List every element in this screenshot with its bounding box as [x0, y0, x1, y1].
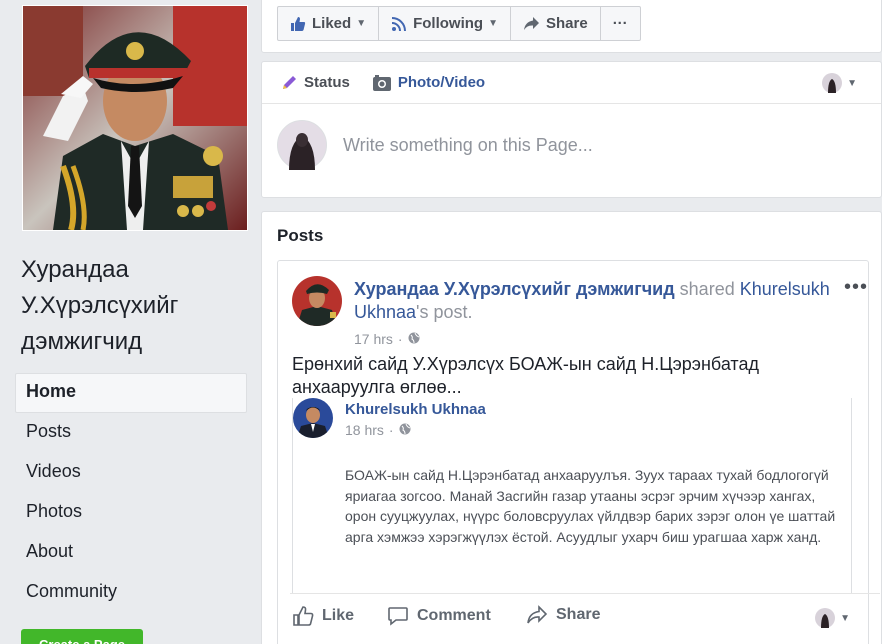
- meta-separator: ·: [397, 331, 403, 347]
- avatar: [822, 73, 843, 93]
- tab-status[interactable]: Status: [280, 74, 350, 92]
- composer-identity-selector[interactable]: ▼: [822, 73, 857, 93]
- like-button[interactable]: Like: [292, 605, 354, 627]
- nav-item-community[interactable]: Community: [15, 573, 247, 613]
- left-column: Хурандаа У.Хүрэлсүхийг дэмжигчид Home Po…: [0, 0, 262, 644]
- comment-button[interactable]: Comment: [387, 605, 491, 627]
- posts-heading: Posts: [277, 226, 324, 245]
- chevron-down-icon: ▼: [840, 612, 850, 624]
- page-nav: Home Posts Videos Photos About Community: [15, 373, 247, 613]
- post-timestamp[interactable]: 17 hrs: [354, 331, 393, 347]
- nav-item-posts[interactable]: Posts: [15, 413, 247, 453]
- post-word: 's post.: [416, 302, 473, 322]
- following-button[interactable]: Following ▼: [379, 7, 511, 40]
- tab-photo-video-label: Photo/Video: [397, 74, 486, 91]
- comment-bubble-icon: [387, 605, 409, 627]
- post-card: Хурандаа У.Хүрэлсүхийг дэмжигчид shared …: [277, 260, 880, 644]
- composer-input-row[interactable]: Write something on this Page...: [277, 120, 593, 170]
- profile-photo-image: [23, 6, 247, 230]
- profile-picture[interactable]: [22, 5, 248, 231]
- globe-icon: [408, 331, 420, 347]
- nav-item-videos[interactable]: Videos: [15, 453, 247, 493]
- nav-item-photos[interactable]: Photos: [15, 493, 247, 533]
- page-name[interactable]: Хурандаа У.Хүрэлсүхийг дэмжигчид: [21, 252, 251, 360]
- share-arrow-icon: [523, 16, 540, 31]
- page-action-bar: Liked ▼ Following ▼ Share ···: [261, 0, 882, 53]
- more-dots-icon: ···: [612, 15, 628, 32]
- shared-author-name[interactable]: Khurelsukh Ukhnaa: [345, 401, 486, 418]
- shared-timestamp[interactable]: 18 hrs: [345, 422, 384, 438]
- more-options-button[interactable]: ···: [601, 7, 640, 40]
- post-author-name[interactable]: Хурандаа У.Хүрэлсүхийг дэмжигчид: [354, 279, 675, 299]
- liked-label: Liked: [312, 15, 352, 32]
- page-action-buttons: Liked ▼ Following ▼ Share ···: [277, 6, 641, 41]
- share-action-label: Share: [556, 606, 601, 623]
- share-button[interactable]: Share: [526, 605, 600, 625]
- rss-icon: [391, 16, 407, 32]
- nav-item-about[interactable]: About: [15, 533, 247, 573]
- shared-author-avatar[interactable]: [293, 398, 333, 438]
- share-arrow-icon: [526, 605, 548, 625]
- thumbs-up-icon: [292, 605, 314, 627]
- comment-label: Comment: [417, 607, 491, 624]
- shared-word: shared: [679, 279, 735, 299]
- shared-post[interactable]: Khurelsukh Ukhnaa 18 hrs · БОАЖ-ын сайд …: [292, 398, 852, 593]
- share-label: Share: [545, 15, 588, 32]
- chevron-down-icon: ▼: [356, 18, 367, 29]
- posts-section: Posts Хурандаа У.Хүрэлсүхийг дэмжигчид s…: [261, 211, 882, 644]
- post-text: Ерөнхий сайд У.Хүрэлсүх БОАЖ-ын сайд Н.Ц…: [292, 354, 759, 397]
- post-actions: Like Comment Share ▼: [290, 593, 880, 643]
- create-page-button[interactable]: Create a Page: [21, 629, 143, 644]
- composer-tabs: Status Photo/Video: [262, 62, 881, 104]
- meta-separator: ·: [388, 422, 394, 438]
- post-author-avatar[interactable]: [292, 276, 342, 326]
- tab-status-label: Status: [304, 74, 350, 91]
- avatar: [815, 608, 836, 628]
- post-meta: 17 hrs ·: [354, 331, 420, 347]
- liked-button[interactable]: Liked ▼: [278, 7, 380, 40]
- nav-item-home[interactable]: Home: [15, 373, 247, 413]
- like-label: Like: [322, 607, 355, 624]
- camera-icon: [372, 74, 392, 92]
- shared-meta: 18 hrs ·: [345, 422, 411, 438]
- share-page-button[interactable]: Share: [511, 7, 601, 40]
- pencil-icon: [280, 74, 298, 92]
- composer-placeholder: Write something on this Page...: [343, 134, 593, 155]
- avatar: [277, 120, 327, 170]
- shared-post-text: БОАЖ-ын сайд Н.Цэрэнбатад анхааруулъя. З…: [345, 467, 836, 545]
- thumbs-up-icon: [290, 16, 306, 32]
- post-options-menu[interactable]: •••: [844, 276, 868, 299]
- post-author-line: Хурандаа У.Хүрэлсүхийг дэмжигчид shared …: [354, 278, 834, 324]
- post-identity-selector[interactable]: ▼: [815, 608, 850, 628]
- globe-icon: [399, 422, 411, 438]
- chevron-down-icon: ▼: [488, 18, 498, 29]
- tab-photo-video[interactable]: Photo/Video: [372, 74, 485, 92]
- chevron-down-icon: ▼: [847, 77, 857, 89]
- following-label: Following: [413, 15, 484, 32]
- composer: Status Photo/Video ▼ Write something on …: [261, 61, 882, 198]
